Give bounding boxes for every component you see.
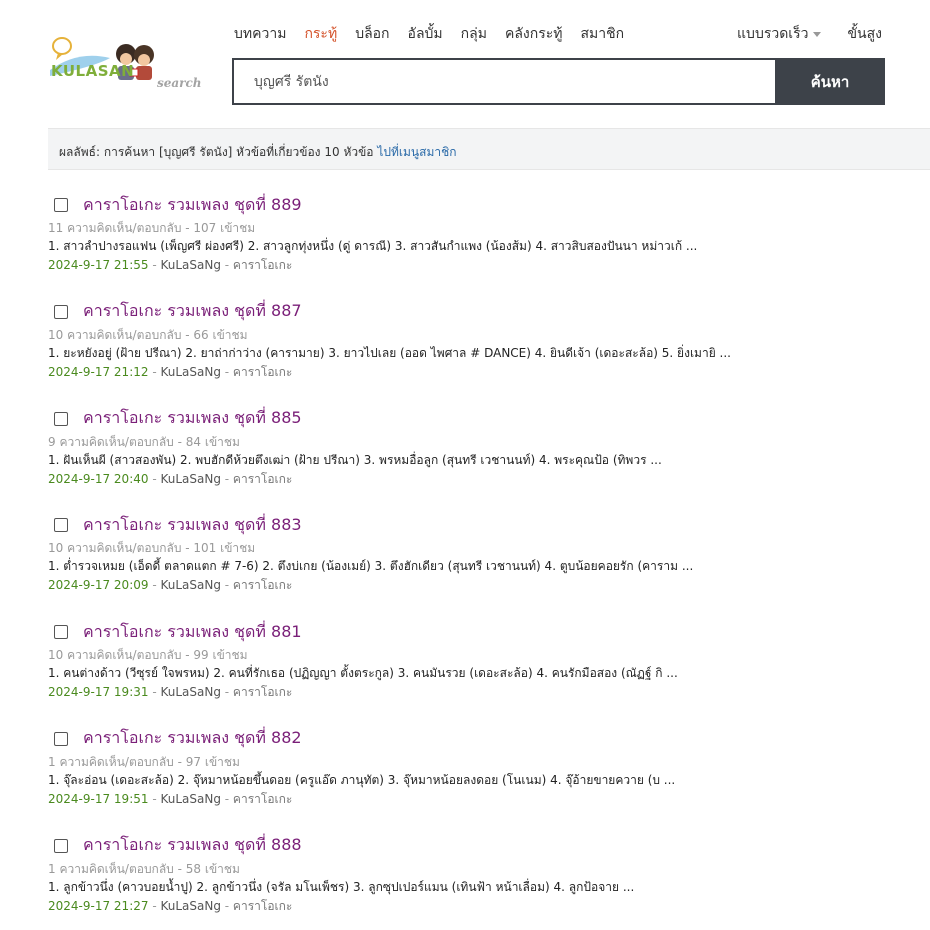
separator: - — [148, 258, 161, 272]
select-checkbox[interactable] — [54, 731, 68, 746]
result-summary-text: ผลลัพธ์: การค้นหา [บุญศรี รัตนัง] หัวข้อ… — [59, 145, 374, 159]
result-date: 2024-9-17 21:55 — [48, 258, 149, 272]
separator: - — [220, 471, 233, 486]
result-category-link[interactable]: คาราโอเกะ — [233, 899, 292, 913]
separator: - — [220, 791, 233, 806]
result-category-link[interactable]: คาราโอเกะ — [233, 258, 292, 272]
result-summary-bar: ผลลัพธ์: การค้นหา [บุญศรี รัตนัง] หัวข้อ… — [48, 128, 930, 170]
search-button[interactable]: ค้นหา — [775, 58, 885, 105]
nav-item-archive[interactable]: คลังกระทู้ — [505, 23, 563, 45]
result-snippet: 1. สาวลำปางรอแฟน (เพ็ญศรี ผ่องศรี) 2. สา… — [48, 239, 698, 253]
list-item: คาราโอเกะ รวมเพลง ชุดที่ 881 10 ความคิดเ… — [48, 620, 908, 727]
result-category-link[interactable]: คาราโอเกะ — [233, 685, 292, 699]
result-snippet: 1. ฝันเห็นผี (สาวสองพัน) 2. พบฮักดีห้วยต… — [48, 452, 662, 467]
separator: - — [148, 471, 161, 486]
search-box — [232, 58, 776, 105]
list-item: คาราโอเกะ รวมเพลง ชุดที่ 889 11 ความคิดเ… — [48, 193, 908, 300]
separator: - — [148, 578, 161, 593]
result-category-link[interactable]: คาราโอเกะ — [233, 365, 292, 379]
separator: - — [148, 791, 161, 806]
result-title-link[interactable]: คาราโอเกะ รวมเพลง ชุดที่ 889 — [83, 193, 302, 218]
site-logo[interactable]: KULASAN search — [48, 36, 208, 94]
result-date: 2024-9-17 20:40 — [48, 471, 149, 486]
result-author-link[interactable]: KuLaSaNg — [160, 685, 220, 699]
go-to-member-menu-link[interactable]: ไปที่เมนูสมาชิก — [377, 145, 456, 159]
result-meta: 9 ความคิดเห็น/ตอบกลับ - 84 เข้าชม — [48, 434, 240, 449]
nav-item-members[interactable]: สมาชิก — [580, 23, 624, 45]
list-item: คาราโอเกะ รวมเพลง ชุดที่ 882 1 ความคิดเห… — [48, 727, 908, 834]
result-date: 2024-9-17 20:09 — [48, 578, 149, 593]
quick-search-dropdown[interactable]: แบบรวดเร็ว — [737, 23, 822, 45]
result-author-link[interactable]: KuLaSaNg — [160, 258, 220, 272]
result-snippet: 1. ต่ำรวจเหมย (เอ็ดดี้ ตลาดแตก # 7-6) 2.… — [48, 559, 694, 574]
separator: - — [148, 685, 161, 700]
nav-item-group[interactable]: กลุ่ม — [461, 23, 487, 45]
quick-search-label: แบบรวดเร็ว — [737, 26, 809, 42]
logo-search-label: search — [157, 76, 202, 90]
result-author-link[interactable]: KuLaSaNg — [160, 792, 220, 806]
select-checkbox[interactable] — [54, 625, 68, 640]
nav-item-album[interactable]: อัลบั้ม — [408, 23, 443, 45]
results-list: คาราโอเกะ รวมเพลง ชุดที่ 889 11 ความคิดเ… — [48, 193, 908, 930]
result-author-link[interactable]: KuLaSaNg — [160, 472, 220, 486]
separator: - — [220, 685, 233, 700]
chevron-down-icon — [813, 31, 822, 37]
result-meta: 11 ความคิดเห็น/ตอบกลับ - 107 เข้าชม — [48, 221, 256, 235]
nav-item-threads[interactable]: กระทู้ — [304, 23, 337, 45]
result-meta: 1 ความคิดเห็น/ตอบกลับ - 58 เข้าชม — [48, 861, 240, 876]
nav-item-blog[interactable]: บล็อก — [355, 23, 389, 45]
result-meta: 10 ความคิดเห็น/ตอบกลับ - 101 เข้าชม — [48, 541, 256, 556]
nav-item-articles[interactable]: บทความ — [234, 23, 286, 45]
separator: - — [148, 364, 161, 379]
logo-wordmark: KULASAN — [51, 62, 135, 80]
result-date: 2024-9-17 21:27 — [48, 898, 149, 913]
result-meta: 10 ความคิดเห็น/ตอบกลับ - 66 เข้าชม — [48, 327, 248, 342]
result-snippet: 1. จุ๊ละอ่อน (เดอะสะล้อ) 2. จุ๊หมาหน้อยข… — [48, 772, 676, 787]
advanced-search-link[interactable]: ขั้นสูง — [847, 23, 882, 45]
select-checkbox[interactable] — [54, 411, 68, 426]
separator: - — [220, 258, 233, 272]
result-title-link[interactable]: คาราโอเกะ รวมเพลง ชุดที่ 887 — [83, 299, 302, 324]
result-category-link[interactable]: คาราโอเกะ — [233, 472, 292, 486]
result-title-link[interactable]: คาราโอเกะ รวมเพลง ชุดที่ 882 — [83, 726, 302, 751]
search-input[interactable] — [254, 73, 776, 90]
result-meta: 1 ความคิดเห็น/ตอบกลับ - 97 เข้าชม — [48, 754, 240, 769]
result-title-link[interactable]: คาราโอเกะ รวมเพลง ชุดที่ 883 — [83, 513, 302, 538]
result-category-link[interactable]: คาราโอเกะ — [233, 792, 292, 806]
list-item: คาราโอเกะ รวมเพลง ชุดที่ 888 1 ความคิดเห… — [48, 834, 908, 930]
separator: - — [220, 898, 233, 913]
separator: - — [148, 898, 161, 913]
result-snippet: 1. ยะหยังอยู่ (ฝ้าย ปรีณา) 2. ยาถ่าก่าว่… — [48, 345, 731, 360]
result-title-link[interactable]: คาราโอเกะ รวมเพลง ชุดที่ 881 — [83, 620, 302, 645]
result-snippet: 1. ลูกข้าวนึ่ง (คาวบอยน้ำปู) 2. ลูกข้าวน… — [48, 879, 635, 894]
select-checkbox[interactable] — [54, 518, 68, 533]
list-item: คาราโอเกะ รวมเพลง ชุดที่ 885 9 ความคิดเห… — [48, 407, 908, 514]
list-item: คาราโอเกะ รวมเพลง ชุดที่ 887 10 ความคิดเ… — [48, 300, 908, 407]
select-checkbox[interactable] — [54, 198, 68, 212]
result-snippet: 1. คนต่างด้าว (วีซุรย์ ใจพรหม) 2. คนที่ร… — [48, 666, 678, 681]
result-date: 2024-9-17 21:12 — [48, 364, 149, 379]
result-author-link[interactable]: KuLaSaNg — [160, 899, 220, 913]
separator: - — [220, 578, 233, 593]
main-nav: บทความ กระทู้ บล็อก อัลบั้ม กลุ่ม คลังกร… — [234, 23, 642, 45]
result-date: 2024-9-17 19:51 — [48, 791, 149, 806]
search-mode-switch: แบบรวดเร็ว ขั้นสูง — [711, 23, 882, 45]
result-title-link[interactable]: คาราโอเกะ รวมเพลง ชุดที่ 885 — [83, 406, 302, 431]
result-meta: 10 ความคิดเห็น/ตอบกลับ - 99 เข้าชม — [48, 648, 248, 663]
result-author-link[interactable]: KuLaSaNg — [160, 578, 220, 592]
select-checkbox[interactable] — [54, 304, 68, 319]
result-category-link[interactable]: คาราโอเกะ — [233, 578, 292, 592]
result-date: 2024-9-17 19:31 — [48, 685, 149, 700]
separator: - — [220, 364, 233, 379]
result-author-link[interactable]: KuLaSaNg — [160, 365, 220, 379]
result-title-link[interactable]: คาราโอเกะ รวมเพลง ชุดที่ 888 — [83, 833, 302, 858]
list-item: คาราโอเกะ รวมเพลง ชุดที่ 883 10 ความคิดเ… — [48, 513, 908, 620]
select-checkbox[interactable] — [54, 838, 68, 853]
